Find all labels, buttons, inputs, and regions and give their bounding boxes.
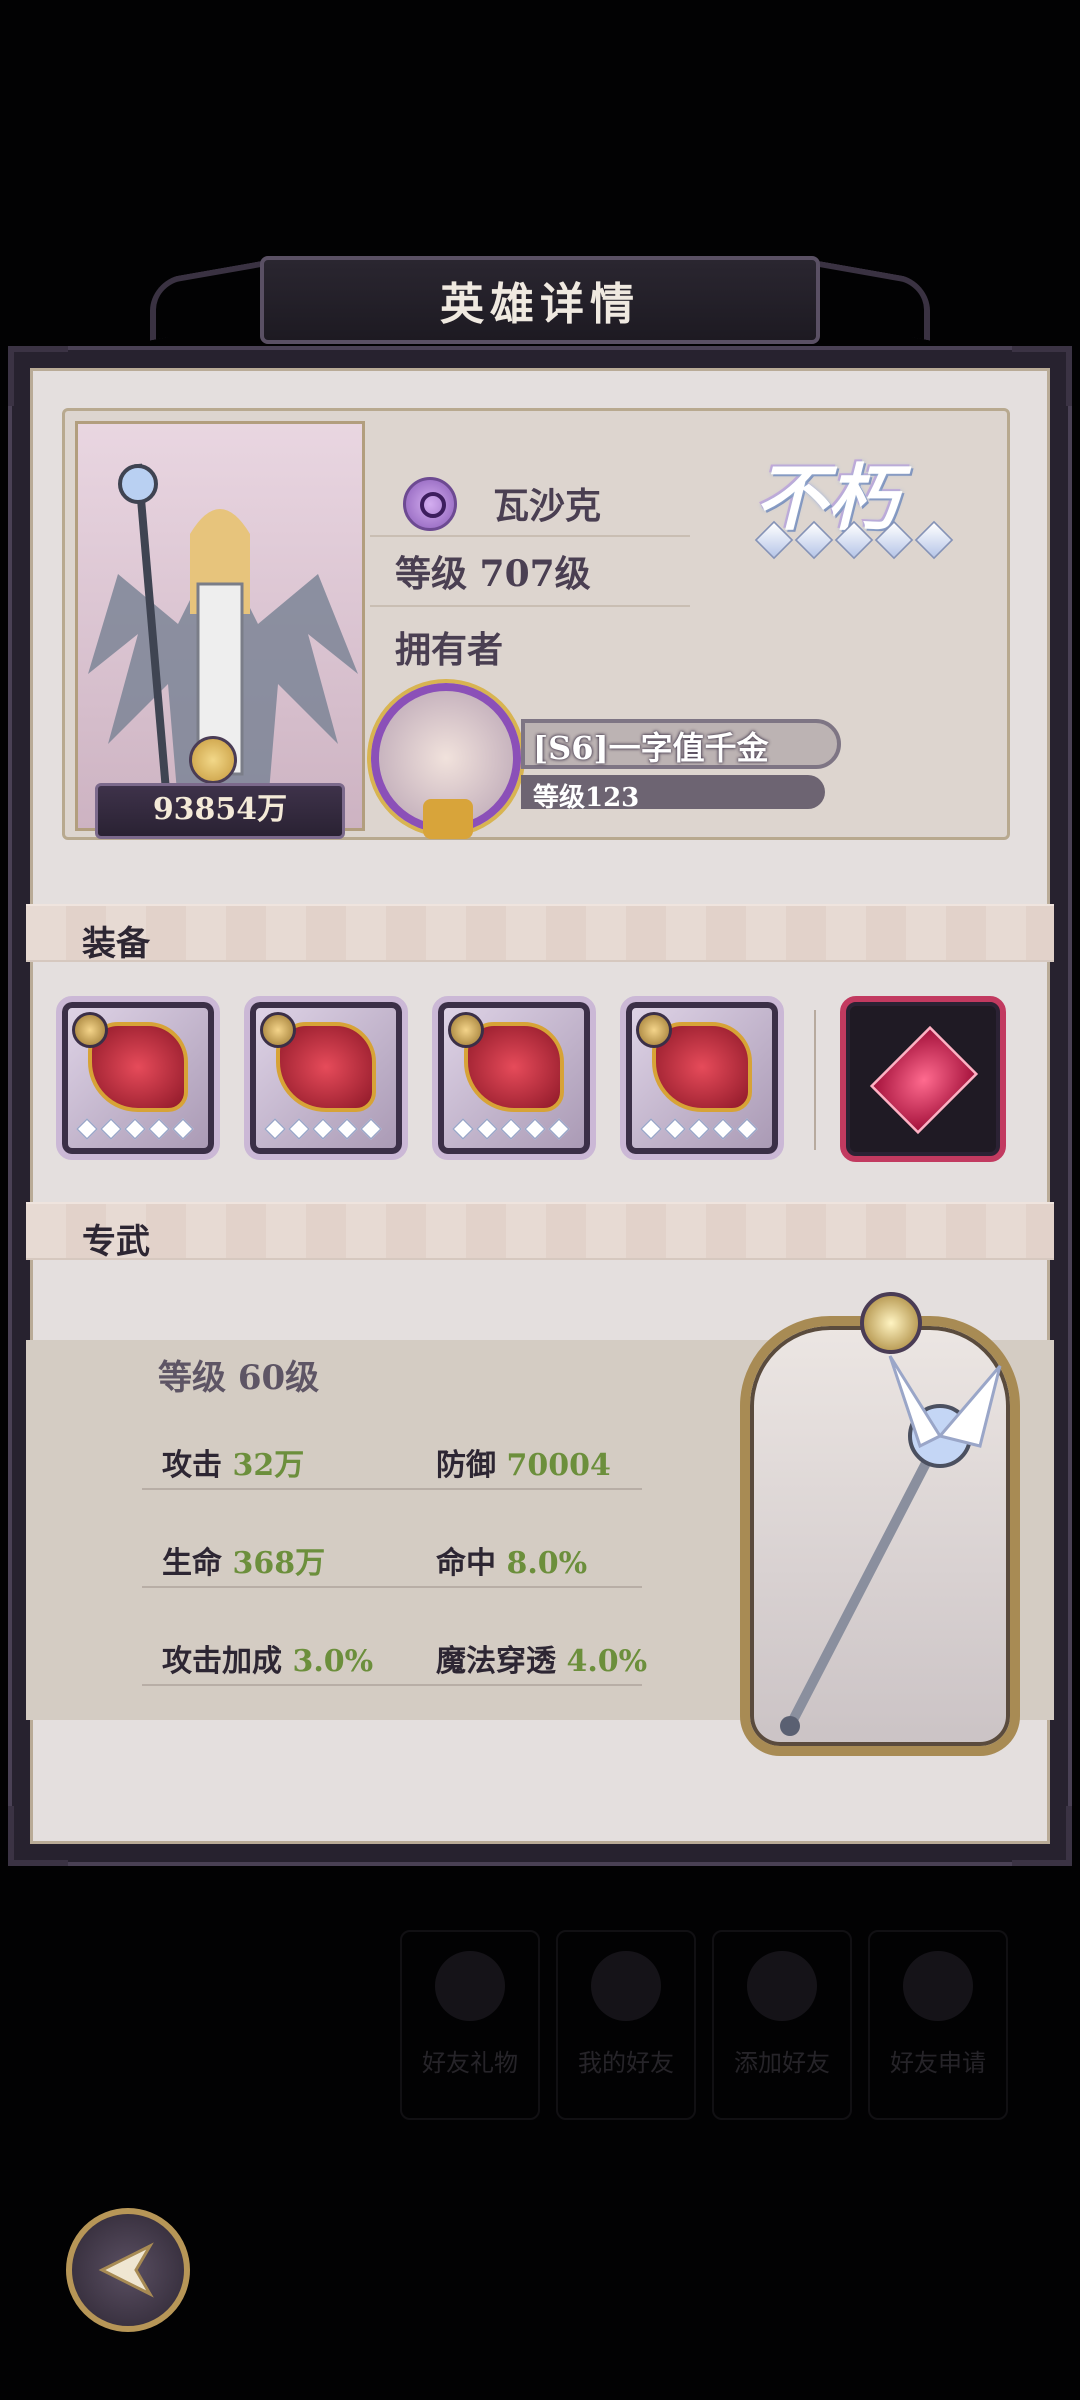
equipment-section-title: 装备 [82,924,150,964]
star-icon [834,520,874,560]
lock-pin-icon [636,1012,672,1048]
star-icon [794,520,834,560]
friend-request-icon [903,1951,973,2021]
equipment-stars [264,1118,382,1140]
owner-label: 拥有者 [395,629,504,671]
owner-level: 等级123 [533,783,640,813]
bg-tab-label: 好友申请 [890,2049,986,2077]
equipment-slot-2[interactable] [244,996,408,1160]
stat-accuracy: 命中 8.0% [436,1538,587,1582]
dialog-title-plate: 英雄详情 [260,256,820,344]
equipment-slot-4[interactable] [620,996,784,1160]
bg-tab-add-friend: 添加好友 [712,1930,852,2120]
equipment-divider [814,1010,816,1150]
dialog-title: 英雄详情 [440,279,640,330]
background-friend-tabs: 好友礼物 我的好友 添加好友 好友申请 [400,1930,1080,2130]
lock-pin-icon [72,1012,108,1048]
stat-label: 防御 [436,1448,496,1483]
stat-value: 8.0% [506,1546,588,1581]
star-icon [754,520,794,560]
frame-corner-ornament [1012,1806,1072,1866]
stat-value: 4.0% [566,1644,648,1679]
star-icon [914,520,954,560]
divider [142,1586,642,1588]
hero-name: 瓦沙克 [493,485,602,527]
red-gem-icon [869,1025,979,1135]
stat-label: 命中 [436,1546,496,1581]
staff-weapon-icon [780,1355,1002,1736]
add-friend-icon [747,1951,817,2021]
stat-attack-bonus: 攻击加成 3.0% [162,1636,373,1680]
power-badge-icon [189,736,237,784]
bg-tab-label: 我的好友 [578,2049,674,2077]
hero-power: 93854万 [95,783,345,839]
stat-attack: 攻击 32万 [162,1440,304,1484]
owner-name: [S6]一字值千金 [533,729,769,767]
hero-level: 等级 707级 [395,553,591,595]
stat-label: 攻击加成 [162,1644,282,1679]
back-arrow-icon [98,2242,154,2298]
equipment-stars [452,1118,570,1140]
equipment-stars [640,1118,758,1140]
stat-value: 3.0% [292,1644,374,1679]
back-button[interactable] [66,2208,190,2332]
mage-orb-icon [403,477,457,531]
bg-tab-label: 添加好友 [734,2049,830,2077]
star-icon [874,520,914,560]
owner-avatar[interactable] [371,683,521,839]
bg-tab-my-friends: 我的好友 [556,1930,696,2120]
stat-value: 368万 [232,1546,326,1581]
equipment-stars [76,1118,194,1140]
frame-corner-ornament [8,1806,68,1866]
divider [370,535,690,537]
stat-magic-penetration: 魔法穿透 4.0% [436,1636,647,1680]
rank-stars [754,520,954,560]
stat-value: 70004 [506,1448,611,1483]
divider [370,605,690,607]
lock-pin-icon [448,1012,484,1048]
bg-tab-friend-gift: 好友礼物 [400,1930,540,2120]
divider [142,1684,642,1686]
stat-label: 生命 [162,1546,222,1581]
gem-slot[interactable] [840,996,1006,1162]
frame-corner-ornament [8,346,68,406]
gift-icon [435,1951,505,2021]
equipment-slot-1[interactable] [56,996,220,1160]
exclusive-weapon-section-title: 专武 [82,1222,150,1262]
equipment-section-header: 装备 [26,904,1054,964]
stat-label: 魔法穿透 [436,1644,556,1679]
exclusive-weapon-section-header: 专武 [26,1202,1054,1262]
exclusive-weapon-level: 等级 60级 [158,1358,320,1398]
stat-label: 攻击 [162,1448,222,1483]
stat-hp: 生命 368万 [162,1538,325,1582]
divider [142,1488,642,1490]
exclusive-weapon-card[interactable] [740,1292,1020,1756]
lock-pin-icon [260,1012,296,1048]
bg-tab-friend-request: 好友申请 [868,1930,1008,2120]
frame-corner-ornament [1012,346,1072,406]
friends-icon [591,1951,661,2021]
stat-defense: 防御 70004 [436,1440,611,1484]
equipment-slot-3[interactable] [432,996,596,1160]
stat-value: 32万 [232,1448,305,1483]
bg-tab-label: 好友礼物 [422,2049,518,2077]
hero-info-card: 93854万 瓦沙克 等级 707级 拥有者 [S6]一字值千金 等级123 不… [62,408,1010,840]
